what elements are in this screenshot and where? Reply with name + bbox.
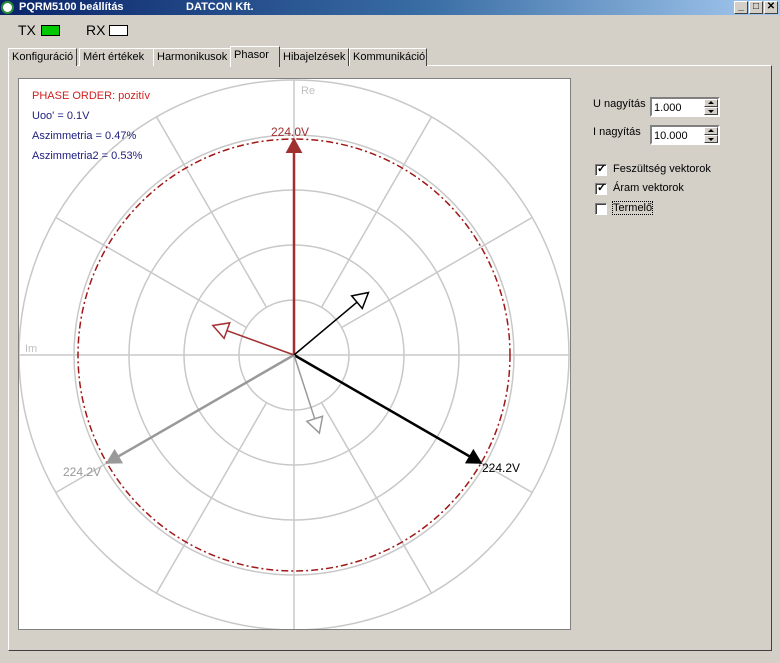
grid-spoke <box>320 402 433 594</box>
tab-harmonikusok[interactable]: Harmonikusok <box>153 48 237 66</box>
phasor-plot: Re Im 224.0V 224.2V 224.2V PHASE ORDER: … <box>18 78 571 630</box>
axis-im-label: Im <box>25 343 37 355</box>
producer-label[interactable]: Termelő <box>611 201 654 215</box>
tab-phasor[interactable]: Phasor <box>230 46 280 67</box>
uoo-text: Uoo' = 0.1V <box>32 110 90 122</box>
title-bar: PQRM5100 beállítás DATCON Kft. _ □ ✕ <box>0 0 780 15</box>
producer-checkbox[interactable] <box>595 203 607 215</box>
grid-spoke <box>320 116 433 308</box>
u-zoom-spinner <box>650 97 720 117</box>
rx-indicator <box>109 25 128 36</box>
maximize-button[interactable]: □ <box>749 1 763 14</box>
i-zoom-down-button[interactable] <box>704 135 718 143</box>
phase-order-text: PHASE ORDER: pozitív <box>32 90 150 102</box>
i-zoom-up-button[interactable] <box>704 127 718 135</box>
voltage-label-u2: 224.2V <box>482 461 520 475</box>
arrow-down-icon <box>708 138 714 141</box>
minimize-button[interactable]: _ <box>734 1 748 14</box>
asymmetry2-text: Aszimmetria2 = 0.53% <box>32 150 143 162</box>
grid-spoke <box>55 216 247 329</box>
grid-spoke <box>155 402 268 594</box>
voltage-vector-u3 <box>105 353 295 465</box>
voltage-vector-u2 <box>293 353 483 465</box>
voltage-vectors-checkbox[interactable]: ✓ <box>595 163 607 176</box>
tx-label: TX <box>18 22 36 38</box>
u-zoom-label: U nagyítás <box>593 98 646 110</box>
voltage-vectors-label[interactable]: Feszültség vektorok <box>613 163 711 175</box>
tx-indicator <box>41 25 60 36</box>
grid-spoke <box>341 216 533 329</box>
arrow-up-icon <box>708 129 714 132</box>
rx-label: RX <box>86 22 106 38</box>
tab-mert-ertekek[interactable]: Mért értékek <box>79 48 154 66</box>
check-icon: ✓ <box>597 182 607 194</box>
i-zoom-spinner <box>650 125 720 145</box>
axis-re-label: Re <box>301 85 315 97</box>
current-vectors-label[interactable]: Áram vektorok <box>613 182 684 194</box>
grid-spoke <box>155 116 268 308</box>
tab-hibajelzesek[interactable]: Hibajelzések <box>279 48 349 66</box>
i-zoom-label: I nagyítás <box>593 126 641 138</box>
tab-konfiguracio[interactable]: Konfiguráció <box>8 48 77 66</box>
tab-kommunikacio[interactable]: Kommunikáció <box>349 48 427 66</box>
u-zoom-down-button[interactable] <box>704 107 718 115</box>
voltage-vector-u1 <box>285 137 303 355</box>
check-icon: ✓ <box>597 163 607 175</box>
voltage-label-u3: 224.2V <box>63 465 101 479</box>
asymmetry-text: Aszimmetria = 0.47% <box>32 130 137 142</box>
current-vector-i3 <box>293 354 324 435</box>
u-zoom-input[interactable] <box>654 100 704 115</box>
voltage-label-u1: 224.0V <box>271 125 309 139</box>
app-icon <box>1 1 14 14</box>
arrow-down-icon <box>708 110 714 113</box>
arrow-up-icon <box>708 101 714 104</box>
i-zoom-input[interactable] <box>654 128 704 143</box>
close-button[interactable]: ✕ <box>764 1 778 14</box>
u-zoom-up-button[interactable] <box>704 99 718 107</box>
window-title: PQRM5100 beállítás <box>19 1 124 13</box>
current-vectors-checkbox[interactable]: ✓ <box>595 182 607 195</box>
company-name: DATCON Kft. <box>186 1 254 13</box>
current-vector-i1 <box>211 321 295 356</box>
